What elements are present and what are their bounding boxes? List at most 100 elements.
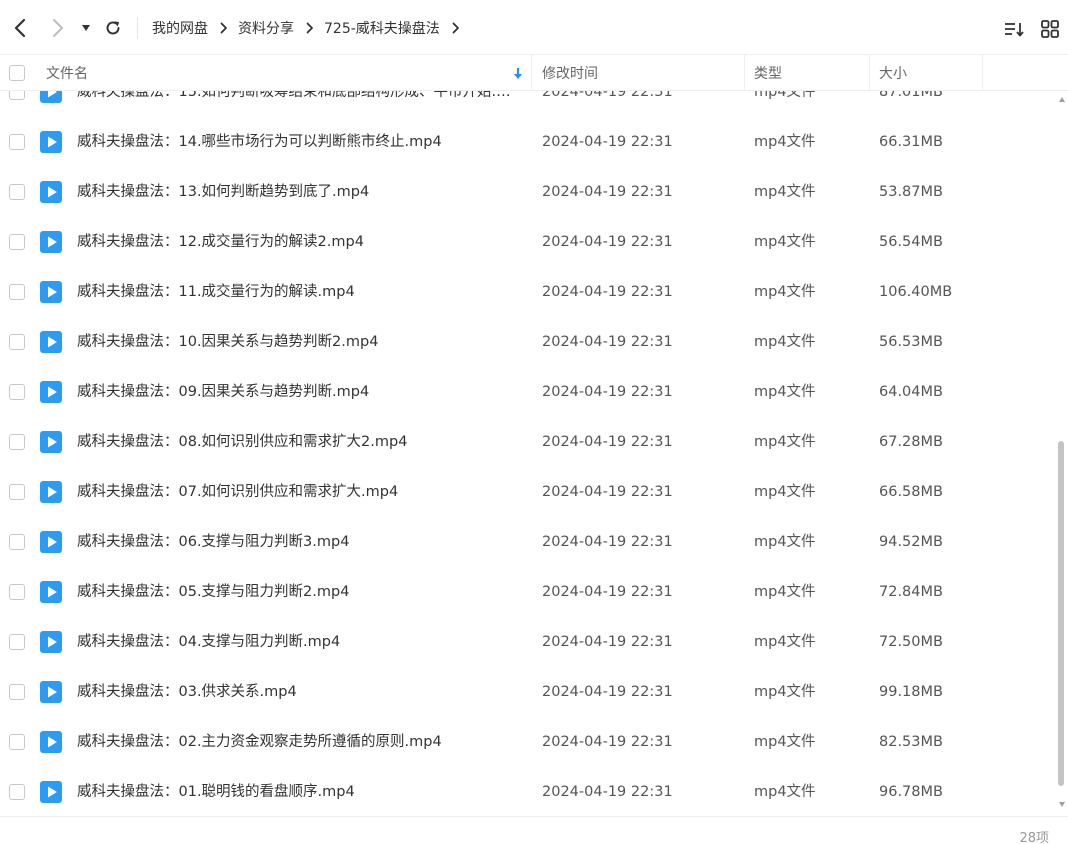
file-row[interactable]: 威科夫操盘法：10.因果关系与趋势判断2.mp4 2024-04-19 22:31… <box>0 317 1056 367</box>
file-row[interactable]: 威科夫操盘法：09.因果关系与趋势判断.mp4 2024-04-19 22:31 m… <box>0 367 1056 417</box>
file-row[interactable]: 威科夫操盘法：07.如何识别供应和需求扩大.mp4 2024-04-19 22:3… <box>0 467 1056 517</box>
breadcrumb-chevron-icon[interactable] <box>452 22 460 34</box>
row-checkbox[interactable] <box>9 134 25 150</box>
file-modified: 2024-04-19 22:31 <box>542 784 673 800</box>
select-all-checkbox[interactable] <box>9 55 25 91</box>
file-name[interactable]: 威科夫操盘法：01.聪明钱的看盘顺序.mp4 <box>77 767 522 816</box>
row-checkbox[interactable] <box>9 184 25 200</box>
toolbar-separator <box>137 17 138 39</box>
column-divider[interactable] <box>531 55 532 91</box>
video-file-icon <box>40 231 62 253</box>
chevron-left-icon <box>14 18 26 38</box>
toolbar: 我的网盘 资料分享 725-威科夫操盘法 <box>0 0 1068 54</box>
file-name[interactable]: 威科夫操盘法：12.成交量行为的解读2.mp4 <box>77 217 522 267</box>
file-size: 56.54MB <box>879 234 943 250</box>
file-rows: 威科夫操盘法：15.如何判断吸筹结束和底部结构形成、牛市开始.mp4 2024-0… <box>0 91 1056 816</box>
breadcrumb: 我的网盘 资料分享 725-威科夫操盘法 <box>152 17 470 39</box>
row-checkbox[interactable] <box>9 484 25 500</box>
refresh-button[interactable] <box>100 14 126 42</box>
file-row[interactable]: 威科夫操盘法：01.聪明钱的看盘顺序.mp4 2024-04-19 22:31 mp… <box>0 767 1056 816</box>
file-row[interactable]: 威科夫操盘法：04.支撑与阻力判断.mp4 2024-04-19 22:31 mp4… <box>0 617 1056 667</box>
file-row[interactable]: 威科夫操盘法：05.支撑与阻力判断2.mp4 2024-04-19 22:31 mp… <box>0 567 1056 617</box>
file-row[interactable]: 威科夫操盘法：08.如何识别供应和需求扩大2.mp4 2024-04-19 22:… <box>0 417 1056 467</box>
forward-button[interactable] <box>45 14 71 42</box>
file-row[interactable]: 威科夫操盘法：06.支撑与阻力判断3.mp4 2024-04-19 22:31 mp… <box>0 517 1056 567</box>
file-size: 82.53MB <box>879 734 943 750</box>
file-name[interactable]: 威科夫操盘法：03.供求关系.mp4 <box>77 667 522 717</box>
row-checkbox[interactable] <box>9 634 25 650</box>
sort-button[interactable] <box>1003 18 1025 40</box>
file-name[interactable]: 威科夫操盘法：15.如何判断吸筹结束和底部结构形成、牛市开始.mp4 <box>77 91 522 117</box>
file-modified: 2024-04-19 22:31 <box>542 384 673 400</box>
file-modified: 2024-04-19 22:31 <box>542 634 673 650</box>
file-modified: 2024-04-19 22:31 <box>542 534 673 550</box>
row-checkbox[interactable] <box>9 334 25 350</box>
file-size: 67.28MB <box>879 434 943 450</box>
row-checkbox[interactable] <box>9 784 25 800</box>
row-checkbox[interactable] <box>9 434 25 450</box>
column-header-name[interactable]: 文件名 <box>46 55 88 91</box>
row-checkbox[interactable] <box>9 384 25 400</box>
file-type: mp4文件 <box>754 384 816 400</box>
breadcrumb-item-shared[interactable]: 资料分享 <box>238 18 294 38</box>
file-list: 威科夫操盘法：15.如何判断吸筹结束和底部结构形成、牛市开始.mp4 2024-0… <box>0 91 1056 816</box>
file-modified: 2024-04-19 22:31 <box>542 484 673 500</box>
file-name[interactable]: 威科夫操盘法：10.因果关系与趋势判断2.mp4 <box>77 317 522 367</box>
file-size: 99.18MB <box>879 684 943 700</box>
scroll-up-arrow-icon[interactable] <box>1059 97 1065 102</box>
file-size: 96.78MB <box>879 784 943 800</box>
scrollbar[interactable] <box>1056 91 1068 816</box>
video-file-icon <box>40 281 62 303</box>
file-row[interactable]: 威科夫操盘法：02.主力资金观察走势所遵循的原则.mp4 2024-04-19 2… <box>0 717 1056 767</box>
file-modified: 2024-04-19 22:31 <box>542 684 673 700</box>
file-name[interactable]: 威科夫操盘法：07.如何识别供应和需求扩大.mp4 <box>77 467 522 517</box>
video-file-icon <box>40 181 62 203</box>
file-name[interactable]: 威科夫操盘法：06.支撑与阻力判断3.mp4 <box>77 517 522 567</box>
file-type: mp4文件 <box>754 334 816 350</box>
column-divider[interactable] <box>982 55 983 91</box>
breadcrumb-item-my-drive[interactable]: 我的网盘 <box>152 18 208 38</box>
file-name[interactable]: 威科夫操盘法：13.如何判断趋势到底了.mp4 <box>77 167 522 217</box>
file-row[interactable]: 威科夫操盘法：03.供求关系.mp4 2024-04-19 22:31 mp4文件 9… <box>0 667 1056 717</box>
sort-descending-icon[interactable] <box>513 55 523 91</box>
history-dropdown-button[interactable] <box>76 14 96 42</box>
row-checkbox[interactable] <box>9 91 25 100</box>
file-name[interactable]: 威科夫操盘法：09.因果关系与趋势判断.mp4 <box>77 367 522 417</box>
file-size: 64.04MB <box>879 384 943 400</box>
breadcrumb-item-current-folder[interactable]: 725-威科夫操盘法 <box>324 18 440 38</box>
video-file-icon <box>40 781 62 803</box>
file-name[interactable]: 威科夫操盘法：11.成交量行为的解读.mp4 <box>77 267 522 317</box>
scroll-down-arrow-icon[interactable] <box>1059 802 1065 807</box>
file-type: mp4文件 <box>754 234 816 250</box>
file-name[interactable]: 威科夫操盘法：08.如何识别供应和需求扩大2.mp4 <box>77 417 522 467</box>
file-row[interactable]: 威科夫操盘法：11.成交量行为的解读.mp4 2024-04-19 22:31 mp… <box>0 267 1056 317</box>
row-checkbox[interactable] <box>9 284 25 300</box>
checkbox[interactable] <box>9 65 25 81</box>
file-row[interactable]: 威科夫操盘法：13.如何判断趋势到底了.mp4 2024-04-19 22:31 m… <box>0 167 1056 217</box>
grid-view-button[interactable] <box>1039 18 1061 40</box>
file-row[interactable]: 威科夫操盘法：15.如何判断吸筹结束和底部结构形成、牛市开始.mp4 2024-0… <box>0 91 1056 117</box>
file-name[interactable]: 威科夫操盘法：04.支撑与阻力判断.mp4 <box>77 617 522 667</box>
column-divider[interactable] <box>744 55 745 91</box>
file-name[interactable]: 威科夫操盘法：05.支撑与阻力判断2.mp4 <box>77 567 522 617</box>
file-name[interactable]: 威科夫操盘法：02.主力资金观察走势所遵循的原则.mp4 <box>77 717 522 767</box>
back-button[interactable] <box>7 14 33 42</box>
row-checkbox[interactable] <box>9 684 25 700</box>
video-file-icon <box>40 331 62 353</box>
row-checkbox[interactable] <box>9 584 25 600</box>
column-header-modified[interactable]: 修改时间 <box>542 55 598 91</box>
file-modified: 2024-04-19 22:31 <box>542 234 673 250</box>
scrollbar-thumb[interactable] <box>1058 441 1064 786</box>
file-row[interactable]: 威科夫操盘法：14.哪些市场行为可以判断熊市终止.mp4 2024-04-19 2… <box>0 117 1056 167</box>
status-bar: 28项 <box>0 816 1068 844</box>
file-name[interactable]: 威科夫操盘法：14.哪些市场行为可以判断熊市终止.mp4 <box>77 117 522 167</box>
column-divider[interactable] <box>869 55 870 91</box>
column-header-type[interactable]: 类型 <box>754 55 782 91</box>
file-row[interactable]: 威科夫操盘法：12.成交量行为的解读2.mp4 2024-04-19 22:31 m… <box>0 217 1056 267</box>
row-checkbox[interactable] <box>9 534 25 550</box>
file-type: mp4文件 <box>754 434 816 450</box>
row-checkbox[interactable] <box>9 234 25 250</box>
item-count: 28项 <box>1019 831 1049 844</box>
row-checkbox[interactable] <box>9 734 25 750</box>
column-header-size[interactable]: 大小 <box>879 55 907 91</box>
